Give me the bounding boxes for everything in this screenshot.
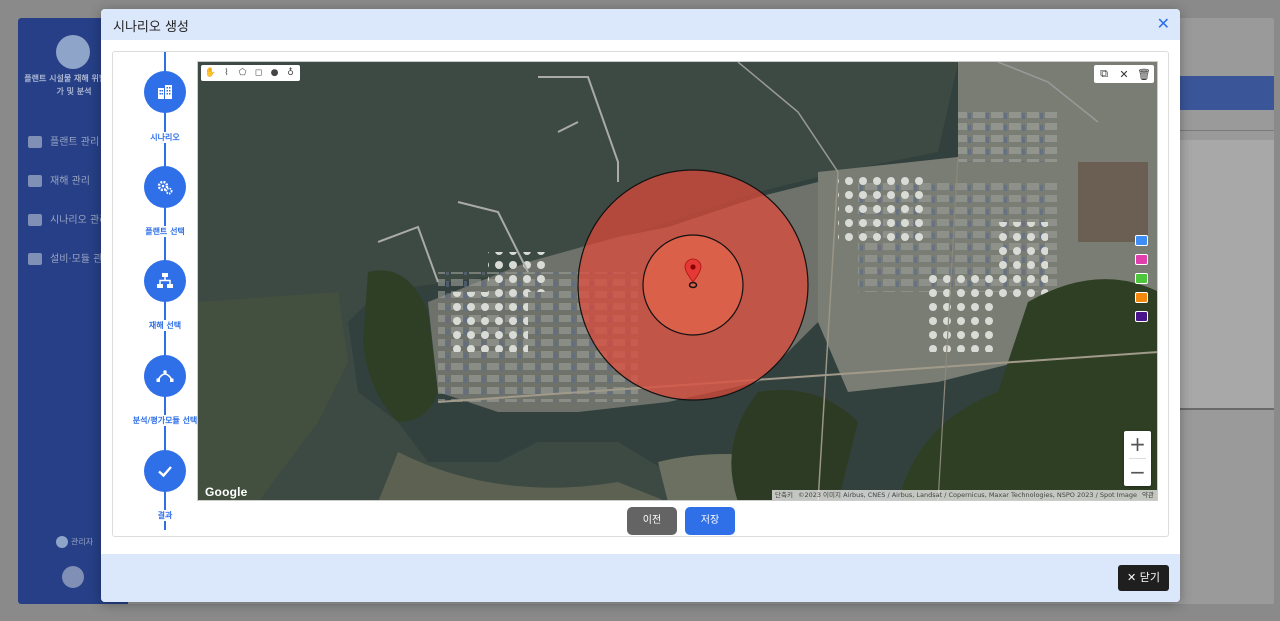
terms-link[interactable]: 약관 (1142, 490, 1154, 500)
modal-header: 시나리오 생성 ✕ (101, 9, 1180, 40)
gears-icon (144, 166, 186, 208)
step-label: 결과 (123, 510, 207, 521)
color-swatch-orange[interactable] (1135, 292, 1148, 303)
step-label: 재해 선택 (123, 320, 207, 331)
check-icon (144, 450, 186, 492)
background-panel (1180, 140, 1274, 410)
menu-item-module: 설비·모듈 관리 (28, 250, 112, 265)
satellite-image (198, 62, 1157, 500)
trash-icon[interactable]: 🗑 (1134, 68, 1154, 81)
close-icon: ✕ (1127, 571, 1140, 584)
satellite-map[interactable]: ✋ ⌇ ⬠ ◻ ● ♁ ⧉ ✕ 🗑 + − Google 단축키 ©2023 이… (197, 61, 1158, 501)
polyline-icon[interactable]: ⌇ (220, 67, 233, 80)
alert-icon (28, 175, 42, 187)
drawing-toolbar: ✋ ⌇ ⬠ ◻ ● ♁ (201, 65, 300, 81)
circle-icon[interactable]: ● (268, 67, 281, 80)
bezier-icon (144, 355, 186, 397)
hierarchy-icon (144, 260, 186, 302)
zoom-in-button[interactable]: + (1124, 431, 1151, 458)
modal-title: 시나리오 생성 (113, 20, 189, 35)
modal-body: 시나리오 플랜트 선택 재해 선택 분석/평가모듈 선택 결과 ✋ ⌇ ⬠ ◻ … (112, 51, 1169, 537)
zoom-control: + − (1124, 431, 1151, 486)
factory-icon (28, 136, 42, 148)
modal-footer: ✕ 닫기 (101, 554, 1180, 602)
imagery-credit: ©2023 이미지 Airbus, CNES / Airbus, Landsat… (797, 491, 1138, 499)
menu-item-plant: 플랜트 관리 (28, 133, 99, 148)
app-logo (56, 35, 90, 69)
google-logo: Google (205, 485, 248, 499)
background-header-bar (1180, 76, 1274, 110)
close-icon[interactable]: ✕ (1157, 14, 1170, 33)
background-divider (1180, 130, 1274, 131)
gear-icon (28, 253, 42, 265)
color-swatch-blue[interactable] (1135, 235, 1148, 246)
logout-arrow-icon (62, 566, 84, 588)
stepper: 시나리오 플랜트 선택 재해 선택 분석/평가모듈 선택 결과 (123, 52, 207, 538)
avatar (56, 536, 68, 548)
keyboard-shortcuts-link[interactable]: 단축키 (775, 490, 793, 500)
prev-button[interactable]: 이전 (627, 507, 677, 535)
rectangle-icon[interactable]: ◻ (252, 67, 265, 80)
step-label: 분석/평가모듈 선택 (123, 415, 207, 426)
hand-pan-icon[interactable]: ✋ (204, 67, 217, 80)
copy-icon[interactable]: ⧉ (1094, 67, 1114, 81)
polygon-icon[interactable]: ⬠ (236, 67, 249, 80)
step-label: 플랜트 선택 (123, 226, 207, 237)
building-icon (144, 71, 186, 113)
film-icon (28, 214, 42, 226)
user-info: 관리자 (56, 536, 93, 548)
zoom-out-button[interactable]: − (1124, 459, 1151, 486)
scenario-create-modal: 시나리오 생성 ✕ 시나리오 플랜트 선택 재해 선택 분석/평가모듈 선택 결… (101, 9, 1180, 602)
color-swatch-pink[interactable] (1135, 254, 1148, 265)
marker-icon[interactable]: ♁ (284, 67, 297, 80)
map-attribution: 단축키 ©2023 이미지 Airbus, CNES / Airbus, Lan… (772, 490, 1157, 500)
menu-item-scenario: 시나리오 관리 (28, 211, 108, 226)
remove-icon[interactable]: ✕ (1114, 68, 1134, 81)
color-palette (1132, 235, 1152, 322)
map-control-bar: ⧉ ✕ 🗑 (1094, 65, 1154, 83)
menu-item-disaster: 재해 관리 (28, 172, 90, 187)
save-button[interactable]: 저장 (685, 507, 735, 535)
close-button[interactable]: ✕ 닫기 (1118, 565, 1169, 591)
step-label: 시나리오 (123, 132, 207, 143)
color-swatch-purple[interactable] (1135, 311, 1148, 322)
color-swatch-green[interactable] (1135, 273, 1148, 284)
